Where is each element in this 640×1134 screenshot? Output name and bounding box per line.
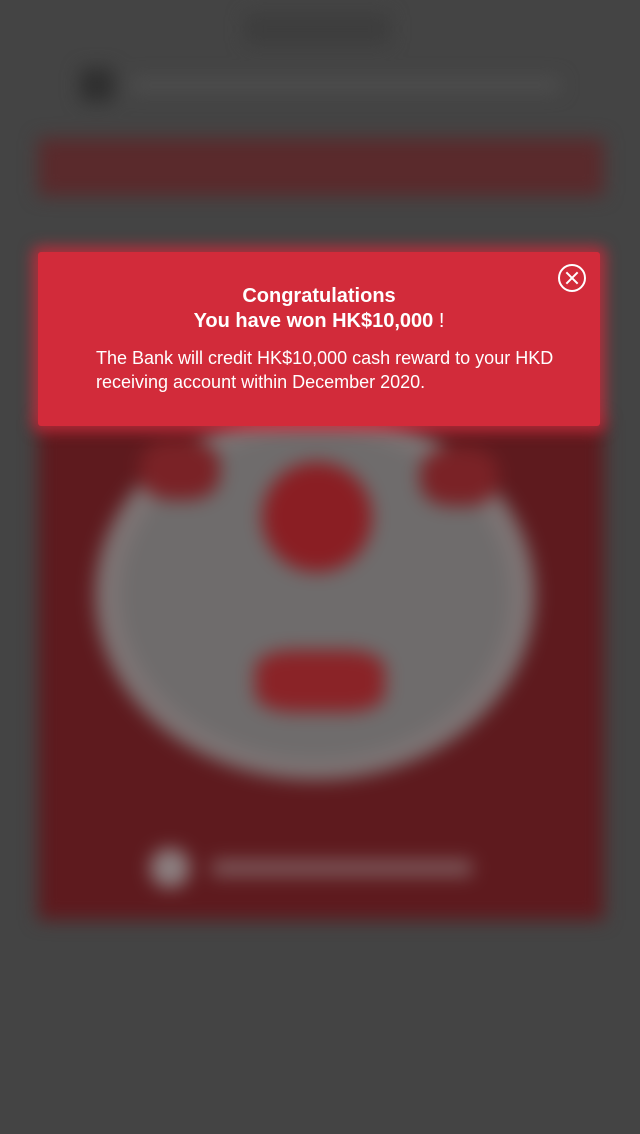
modal-heading-exclamation: ! bbox=[438, 310, 445, 332]
background-title bbox=[245, 14, 390, 44]
background-banner bbox=[38, 138, 604, 196]
screen: Congratulations You have won HK$10,000 !… bbox=[0, 0, 640, 1134]
modal-heading-amount: You have won HK$10,000 bbox=[193, 310, 434, 332]
modal-heading-line1: Congratulations bbox=[242, 285, 396, 307]
background-wheel-decoration-right bbox=[420, 448, 498, 506]
background-wheel-center bbox=[262, 462, 372, 572]
background-wheel-decoration-left bbox=[140, 440, 220, 500]
background-subrow-icon bbox=[80, 68, 114, 102]
blurred-background-page bbox=[0, 0, 640, 1134]
background-wheel-decoration-bottom bbox=[255, 650, 385, 712]
background-subrow-text bbox=[130, 78, 560, 92]
modal-heading: Congratulations You have won HK$10,000 ! bbox=[38, 284, 600, 334]
background-footer-text bbox=[212, 860, 472, 876]
modal-heading-line2: You have won HK$10,000 ! bbox=[38, 309, 600, 334]
background-footer-icon bbox=[150, 848, 190, 888]
modal-body-text: The Bank will credit HK$10,000 cash rewa… bbox=[96, 348, 554, 392]
prize-modal: Congratulations You have won HK$10,000 !… bbox=[38, 252, 600, 426]
